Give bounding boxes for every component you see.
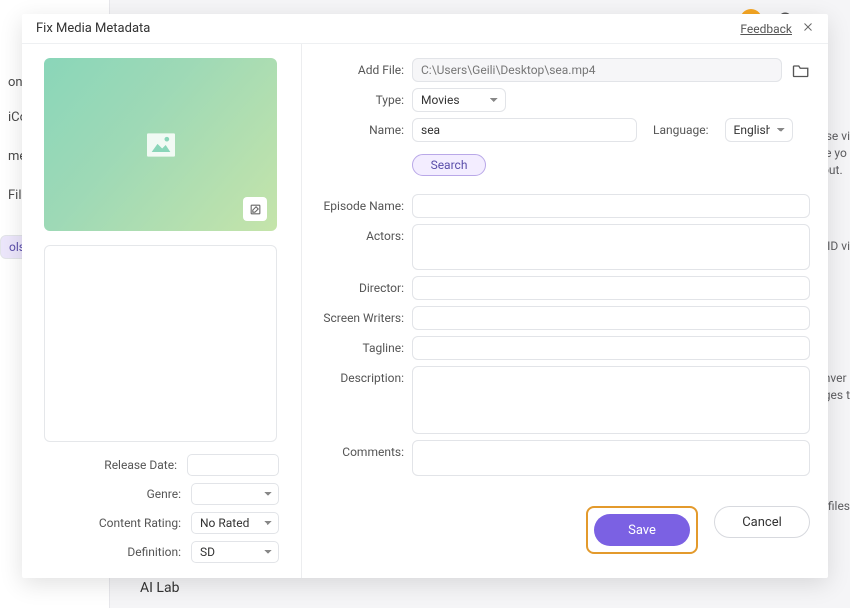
actors-input[interactable] [412, 224, 810, 270]
screen-writers-input[interactable] [412, 306, 810, 330]
tagline-label: Tagline: [302, 336, 412, 355]
comments-input[interactable] [412, 440, 810, 476]
left-column: Release Date: Genre: Content Rating: No … [22, 44, 302, 578]
release-date-input[interactable] [187, 454, 279, 476]
episode-name-input[interactable] [412, 194, 810, 218]
image-placeholder-icon [147, 133, 175, 157]
edit-thumbnail-button[interactable] [243, 197, 267, 221]
description-label: Description: [302, 366, 412, 385]
save-button[interactable]: Save [594, 514, 690, 546]
type-select[interactable]: Movies [412, 88, 506, 112]
modal-footer: Save Cancel [302, 496, 810, 564]
genre-select[interactable] [191, 483, 279, 505]
media-thumbnail [44, 58, 277, 231]
release-date-label: Release Date: [104, 458, 177, 472]
right-column: Add File: Type: Movies Name: Language: E… [302, 44, 828, 578]
name-input[interactable] [412, 118, 637, 142]
name-label: Name: [302, 118, 412, 137]
language-label: Language: [653, 123, 709, 137]
bg-text: ID vi [827, 238, 850, 255]
type-label: Type: [302, 88, 412, 107]
folder-icon[interactable] [792, 63, 810, 78]
screen-writers-label: Screen Writers: [302, 306, 412, 325]
bg-bottom-label: AI Lab [140, 580, 179, 596]
poster-placeholder [44, 245, 277, 442]
comments-label: Comments: [302, 440, 412, 459]
language-select[interactable]: English [725, 118, 793, 142]
fix-media-metadata-modal: Fix Media Metadata Feedback Release Date… [22, 14, 828, 578]
genre-label: Genre: [147, 487, 181, 501]
modal-title: Fix Media Metadata [36, 21, 150, 36]
cancel-button[interactable]: Cancel [714, 506, 810, 538]
content-rating-select[interactable]: No Rated [191, 512, 279, 534]
search-button[interactable]: Search [412, 154, 486, 176]
director-input[interactable] [412, 276, 810, 300]
left-form: Release Date: Genre: Content Rating: No … [44, 454, 279, 570]
content-rating-label: Content Rating: [99, 516, 181, 530]
tagline-input[interactable] [412, 336, 810, 360]
description-input[interactable] [412, 366, 810, 434]
director-label: Director: [302, 276, 412, 295]
definition-select[interactable]: SD [191, 541, 279, 563]
close-icon[interactable] [802, 21, 814, 37]
actors-label: Actors: [302, 224, 412, 243]
episode-name-label: Episode Name: [302, 194, 412, 213]
modal-header: Fix Media Metadata Feedback [22, 14, 828, 44]
definition-label: Definition: [127, 545, 181, 559]
add-file-label: Add File: [302, 58, 412, 77]
save-highlight-box: Save [586, 506, 698, 554]
edit-icon [249, 203, 262, 216]
add-file-input[interactable] [412, 58, 782, 82]
feedback-link[interactable]: Feedback [740, 22, 792, 36]
